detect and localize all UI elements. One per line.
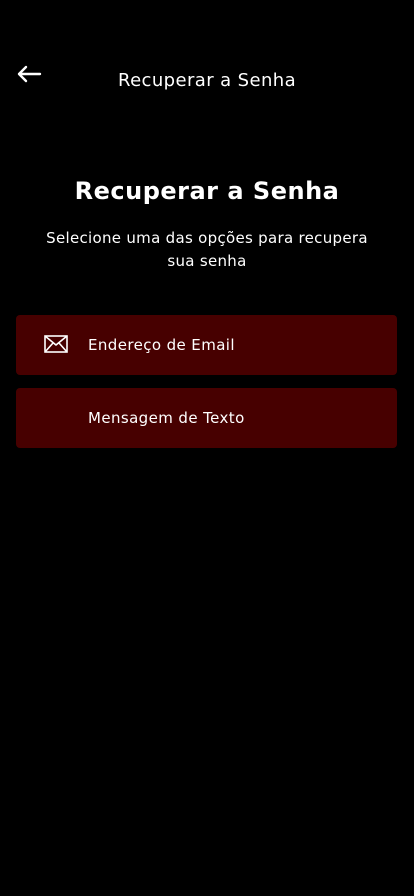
header-title: Recuperar a Senha <box>117 70 297 91</box>
page-title: Recuperar a Senha <box>74 177 340 205</box>
email-option-label: Endereço de Email <box>88 336 235 354</box>
envelope-icon <box>44 334 68 354</box>
email-option-button[interactable]: Endereço de Email <box>16 315 397 375</box>
text-message-option-label: Mensagem de Texto <box>88 409 245 427</box>
text-message-option-button[interactable]: Mensagem de Texto <box>16 388 397 448</box>
page-subtitle: Selecione uma das opções para recupera s… <box>46 229 368 270</box>
